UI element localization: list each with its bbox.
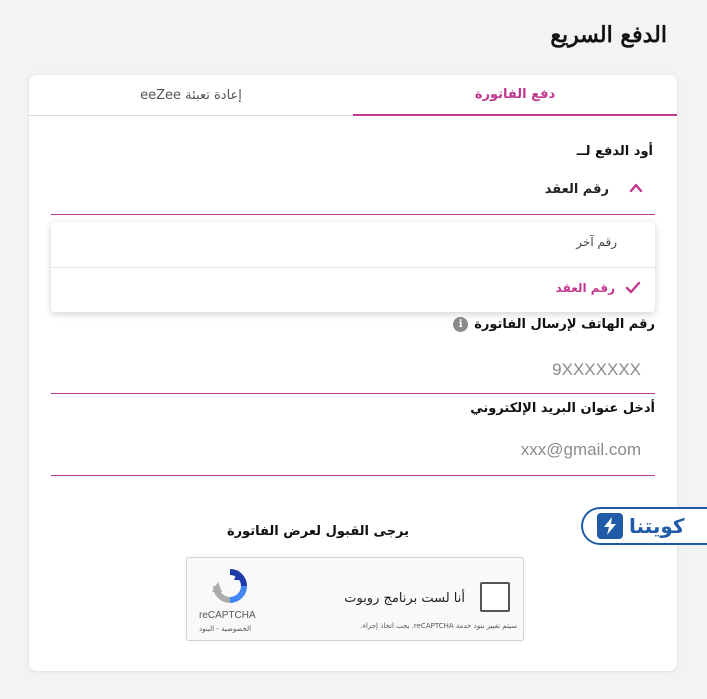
recaptcha-terms[interactable]: سيتم تغيير بنود خدمة reCAPTCHA. يجب اتخا… (360, 622, 517, 630)
phone-label: رقم الهاتف لإرسال الفاتورة (474, 317, 655, 332)
lightning-icon (597, 513, 623, 539)
payment-card: دفع الفاتورة إعادة تعبئة eeZee أود الدفع… (29, 75, 677, 671)
pay-for-selected-value: رقم العقد (544, 182, 609, 197)
email-label-row: أدخل عنوان البريد الإلكتروني (470, 401, 655, 416)
page-title: الدفع السريع (550, 22, 667, 48)
recaptcha-checkbox[interactable] (480, 582, 510, 612)
recaptcha-logo-icon (212, 569, 247, 603)
tab-eezee-recharge[interactable]: إعادة تعبئة eeZee (29, 75, 353, 116)
dropdown-option-contract-number[interactable]: رقم العقد (51, 267, 655, 311)
pay-for-label: أود الدفع لــ (576, 144, 653, 159)
page: الدفع السريع دفع الفاتورة إعادة تعبئة ee… (0, 0, 707, 699)
dropdown-option-other-number[interactable]: رقم آخر (51, 222, 655, 266)
recaptcha-privacy-terms-links[interactable]: الخصوصية - البنود (199, 625, 269, 633)
recaptcha-brand: reCAPTCHA (199, 610, 256, 621)
phone-label-row: رقم الهاتف لإرسال الفاتورة i (453, 317, 655, 332)
email-field: أدخل عنوان البريد الإلكتروني (51, 401, 655, 476)
option-label: رقم آخر (576, 235, 617, 249)
info-icon[interactable]: i (453, 317, 469, 332)
pay-for-select[interactable]: رقم العقد (51, 173, 655, 215)
chevron-up-icon (629, 183, 643, 193)
recaptcha-widget: أنا لست برنامج روبوت سيتم تغيير بنود خدم… (186, 557, 524, 641)
kuwaitna-logo-text: كويتنا (629, 514, 685, 538)
pay-for-dropdown: رقم آخر رقم العقد (51, 222, 655, 312)
check-icon (625, 281, 641, 294)
option-label: رقم العقد (555, 281, 615, 295)
kuwaitna-logo-badge: كويتنا (581, 507, 707, 545)
tab-pay-bill[interactable]: دفع الفاتورة (353, 75, 677, 116)
phone-input[interactable] (51, 355, 655, 385)
phone-field: رقم الهاتف لإرسال الفاتورة i (51, 317, 655, 394)
tab-bar: دفع الفاتورة إعادة تعبئة eeZee (29, 75, 677, 116)
email-input[interactable] (51, 435, 655, 465)
recaptcha-checkbox-label: أنا لست برنامج روبوت (344, 591, 465, 606)
accept-label: يرجى القبول لعرض الفاتورة (226, 524, 410, 539)
email-label: أدخل عنوان البريد الإلكتروني (470, 401, 655, 416)
